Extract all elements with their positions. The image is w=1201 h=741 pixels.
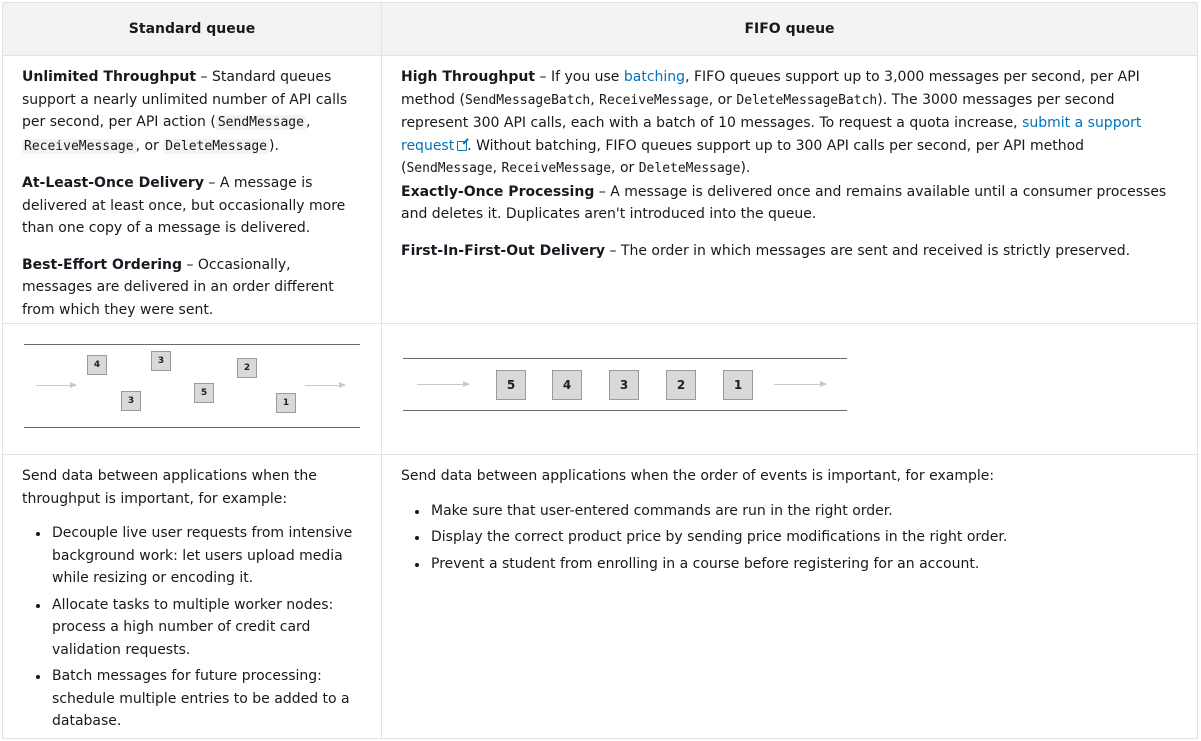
fifo-text-1: – If you use [535, 69, 624, 85]
diagram-top-line [403, 358, 847, 359]
fifo-diagram-cell: 5 4 3 2 1 [381, 323, 1198, 455]
standard-delivery-title: At-Least-Once Delivery [22, 175, 204, 191]
sep-comma: , [305, 114, 311, 130]
fifo-text-4: , or [708, 91, 737, 108]
arrow-in-icon [36, 382, 77, 388]
list-item: Make sure that user-entered commands are… [429, 500, 1178, 523]
standard-use-intro: Send data between applications when the … [22, 468, 317, 507]
fifo-text-3: , [590, 91, 600, 108]
standard-features-cell: Unlimited Throughput – Standard queues s… [2, 55, 382, 324]
use-cases-row: Send data between applications when the … [2, 454, 1198, 739]
features-row: Unlimited Throughput – Standard queues s… [2, 55, 1198, 324]
message-box: 4 [552, 370, 582, 400]
queue-comparison-table: Standard queue FIFO queue Unlimited Thro… [2, 2, 1198, 739]
standard-use-cases-cell: Send data between applications when the … [2, 454, 382, 739]
list-item: Display the correct product price by sen… [429, 526, 1178, 549]
header-standard-queue: Standard queue [2, 2, 382, 56]
fifo-delivery-paragraph: First-In-First-Out Delivery – The order … [401, 240, 1178, 263]
code-send-message: SendMessage [215, 115, 306, 130]
external-link-icon[interactable] [457, 140, 468, 151]
message-box: 5 [496, 370, 526, 400]
fifo-delivery-text: – The order in which messages are sent a… [605, 242, 1131, 259]
arrow-out-icon [305, 382, 346, 388]
list-item: Decouple live user requests from intensi… [50, 522, 362, 590]
fifo-use-list: Make sure that user-entered commands are… [401, 500, 1178, 576]
message-box: 4 [87, 355, 107, 375]
list-item: Allocate tasks to multiple worker nodes:… [50, 594, 362, 662]
message-box: 1 [723, 370, 753, 400]
diagram-row: 4 3 3 5 2 1 5 4 3 2 1 [2, 323, 1198, 455]
code-receive-message-fifo-2: ReceiveMessage [501, 161, 612, 176]
standard-throughput-end: ). [269, 137, 279, 154]
message-box: 1 [276, 393, 296, 413]
standard-throughput-paragraph: Unlimited Throughput – Standard queues s… [22, 66, 362, 158]
diagram-top-line [24, 344, 360, 345]
fifo-processing-paragraph: Exactly-Once Processing – A message is d… [401, 181, 1178, 226]
fifo-features-cell: High Throughput – If you use batching, F… [381, 55, 1198, 324]
fifo-use-cases-cell: Send data between applications when the … [381, 454, 1198, 739]
diagram-bottom-line [24, 427, 360, 428]
fifo-throughput-title: High Throughput [401, 69, 536, 85]
message-box: 2 [237, 358, 257, 378]
message-box: 3 [609, 370, 639, 400]
standard-ordering-title: Best-Effort Ordering [22, 256, 183, 273]
header-fifo-queue: FIFO queue [381, 2, 1198, 56]
fifo-processing-title: Exactly-Once Processing [401, 183, 595, 200]
sep-or: , or [135, 137, 164, 154]
message-box: 3 [121, 391, 141, 411]
fifo-text-8: , or [611, 160, 639, 176]
list-item: Prevent a student from enrolling in a co… [429, 553, 1178, 576]
standard-diagram-cell: 4 3 3 5 2 1 [2, 323, 382, 455]
code-delete-message-fifo: DeleteMessage [638, 161, 741, 176]
arrow-out-icon [774, 381, 827, 387]
header-row: Standard queue FIFO queue [2, 2, 1198, 56]
fifo-use-intro: Send data between applications when the … [401, 468, 995, 484]
fifo-text-9: ). [740, 160, 751, 176]
message-box: 5 [194, 383, 214, 403]
code-send-message-fifo: SendMessage [406, 161, 493, 176]
message-box: 2 [666, 370, 696, 400]
code-receive-message-fifo: ReceiveMessage [599, 92, 709, 108]
message-box: 3 [151, 351, 171, 371]
standard-queue-diagram: 4 3 3 5 2 1 [3, 324, 381, 454]
arrow-in-icon [417, 381, 470, 387]
code-send-message-batch: SendMessageBatch [464, 92, 591, 108]
code-delete-message-batch: DeleteMessageBatch [736, 92, 878, 108]
code-delete-message: DeleteMessage [163, 138, 269, 154]
diagram-bottom-line [403, 410, 847, 411]
batching-link[interactable]: batching [624, 69, 685, 85]
standard-delivery-paragraph: At-Least-Once Delivery – A message is de… [22, 172, 362, 240]
fifo-delivery-title: First-In-First-Out Delivery [401, 242, 605, 259]
standard-throughput-title: Unlimited Throughput [22, 69, 197, 85]
code-receive-message: ReceiveMessage [22, 138, 136, 154]
fifo-throughput-paragraph: High Throughput – If you use batching, F… [401, 66, 1178, 181]
standard-ordering-paragraph: Best-Effort Ordering – Occasionally, mes… [22, 254, 362, 322]
standard-use-list: Decouple live user requests from intensi… [22, 522, 362, 733]
list-item: Batch messages for future processing: sc… [50, 665, 362, 733]
fifo-queue-diagram: 5 4 3 2 1 [382, 324, 1197, 454]
